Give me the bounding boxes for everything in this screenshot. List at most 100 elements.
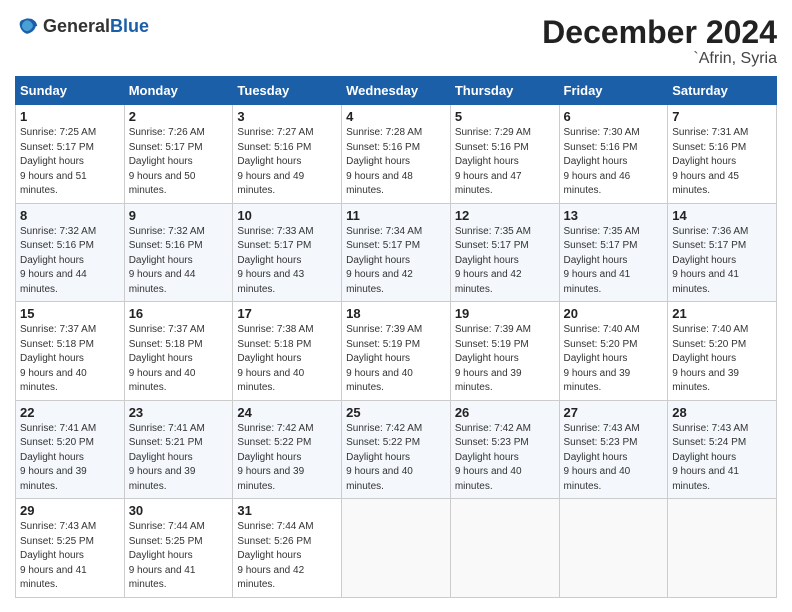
- day-cell-2: 2 Sunrise: 7:26 AMSunset: 5:17 PMDayligh…: [124, 105, 233, 204]
- day-cell-3: 3 Sunrise: 7:27 AMSunset: 5:16 PMDayligh…: [233, 105, 342, 204]
- day-number: 20: [564, 306, 664, 321]
- day-info: Sunrise: 7:43 AMSunset: 5:23 PMDaylight …: [564, 423, 640, 492]
- day-number: 9: [129, 208, 229, 223]
- day-number: 31: [237, 503, 337, 518]
- day-number: 7: [672, 109, 772, 124]
- day-number: 1: [20, 109, 120, 124]
- weekday-header-tuesday: Tuesday: [233, 77, 342, 105]
- calendar-week-2: 8 Sunrise: 7:32 AMSunset: 5:16 PMDayligh…: [16, 203, 777, 302]
- day-info: Sunrise: 7:30 AMSunset: 5:16 PMDaylight …: [564, 127, 640, 196]
- day-number: 27: [564, 405, 664, 420]
- day-cell-4: 4 Sunrise: 7:28 AMSunset: 5:16 PMDayligh…: [342, 105, 451, 204]
- calendar-header-row: SundayMondayTuesdayWednesdayThursdayFrid…: [16, 77, 777, 105]
- day-cell-19: 19 Sunrise: 7:39 AMSunset: 5:19 PMDaylig…: [450, 302, 559, 401]
- title-block: December 2024 `Afrin, Syria: [542, 15, 777, 68]
- day-cell-17: 17 Sunrise: 7:38 AMSunset: 5:18 PMDaylig…: [233, 302, 342, 401]
- location: `Afrin, Syria: [542, 50, 777, 68]
- day-cell-23: 23 Sunrise: 7:41 AMSunset: 5:21 PMDaylig…: [124, 400, 233, 499]
- day-number: 19: [455, 306, 555, 321]
- day-info: Sunrise: 7:42 AMSunset: 5:23 PMDaylight …: [455, 423, 531, 492]
- day-cell-8: 8 Sunrise: 7:32 AMSunset: 5:16 PMDayligh…: [16, 203, 125, 302]
- weekday-header-sunday: Sunday: [16, 77, 125, 105]
- day-number: 25: [346, 405, 446, 420]
- day-info: Sunrise: 7:36 AMSunset: 5:17 PMDaylight …: [672, 226, 748, 295]
- day-cell-28: 28 Sunrise: 7:43 AMSunset: 5:24 PMDaylig…: [668, 400, 777, 499]
- calendar-page: GeneralBlue December 2024 `Afrin, Syria …: [0, 0, 792, 612]
- day-number: 12: [455, 208, 555, 223]
- day-info: Sunrise: 7:35 AMSunset: 5:17 PMDaylight …: [455, 226, 531, 295]
- day-number: 26: [455, 405, 555, 420]
- day-cell-10: 10 Sunrise: 7:33 AMSunset: 5:17 PMDaylig…: [233, 203, 342, 302]
- day-info: Sunrise: 7:41 AMSunset: 5:20 PMDaylight …: [20, 423, 96, 492]
- day-cell-12: 12 Sunrise: 7:35 AMSunset: 5:17 PMDaylig…: [450, 203, 559, 302]
- empty-cell: [668, 499, 777, 598]
- day-cell-29: 29 Sunrise: 7:43 AMSunset: 5:25 PMDaylig…: [16, 499, 125, 598]
- weekday-header-thursday: Thursday: [450, 77, 559, 105]
- day-cell-18: 18 Sunrise: 7:39 AMSunset: 5:19 PMDaylig…: [342, 302, 451, 401]
- logo-text: GeneralBlue: [43, 17, 149, 37]
- empty-cell: [559, 499, 668, 598]
- day-info: Sunrise: 7:35 AMSunset: 5:17 PMDaylight …: [564, 226, 640, 295]
- day-number: 23: [129, 405, 229, 420]
- logo-icon: [15, 15, 39, 39]
- day-number: 6: [564, 109, 664, 124]
- calendar-week-3: 15 Sunrise: 7:37 AMSunset: 5:18 PMDaylig…: [16, 302, 777, 401]
- day-info: Sunrise: 7:25 AMSunset: 5:17 PMDaylight …: [20, 127, 96, 196]
- day-cell-16: 16 Sunrise: 7:37 AMSunset: 5:18 PMDaylig…: [124, 302, 233, 401]
- weekday-header-wednesday: Wednesday: [342, 77, 451, 105]
- day-info: Sunrise: 7:37 AMSunset: 5:18 PMDaylight …: [129, 324, 205, 393]
- day-number: 5: [455, 109, 555, 124]
- day-cell-5: 5 Sunrise: 7:29 AMSunset: 5:16 PMDayligh…: [450, 105, 559, 204]
- day-cell-14: 14 Sunrise: 7:36 AMSunset: 5:17 PMDaylig…: [668, 203, 777, 302]
- day-info: Sunrise: 7:43 AMSunset: 5:25 PMDaylight …: [20, 521, 96, 590]
- calendar-week-4: 22 Sunrise: 7:41 AMSunset: 5:20 PMDaylig…: [16, 400, 777, 499]
- header: GeneralBlue December 2024 `Afrin, Syria: [15, 15, 777, 68]
- logo: GeneralBlue: [15, 15, 149, 39]
- day-info: Sunrise: 7:33 AMSunset: 5:17 PMDaylight …: [237, 226, 313, 295]
- empty-cell: [342, 499, 451, 598]
- day-cell-6: 6 Sunrise: 7:30 AMSunset: 5:16 PMDayligh…: [559, 105, 668, 204]
- day-number: 18: [346, 306, 446, 321]
- day-number: 28: [672, 405, 772, 420]
- day-number: 15: [20, 306, 120, 321]
- day-cell-7: 7 Sunrise: 7:31 AMSunset: 5:16 PMDayligh…: [668, 105, 777, 204]
- day-info: Sunrise: 7:34 AMSunset: 5:17 PMDaylight …: [346, 226, 422, 295]
- day-number: 16: [129, 306, 229, 321]
- day-info: Sunrise: 7:44 AMSunset: 5:26 PMDaylight …: [237, 521, 313, 590]
- calendar-table: SundayMondayTuesdayWednesdayThursdayFrid…: [15, 76, 777, 598]
- weekday-header-friday: Friday: [559, 77, 668, 105]
- day-cell-26: 26 Sunrise: 7:42 AMSunset: 5:23 PMDaylig…: [450, 400, 559, 499]
- day-info: Sunrise: 7:26 AMSunset: 5:17 PMDaylight …: [129, 127, 205, 196]
- day-number: 29: [20, 503, 120, 518]
- day-info: Sunrise: 7:32 AMSunset: 5:16 PMDaylight …: [20, 226, 96, 295]
- day-number: 14: [672, 208, 772, 223]
- day-number: 22: [20, 405, 120, 420]
- day-number: 17: [237, 306, 337, 321]
- day-number: 8: [20, 208, 120, 223]
- day-info: Sunrise: 7:31 AMSunset: 5:16 PMDaylight …: [672, 127, 748, 196]
- day-info: Sunrise: 7:32 AMSunset: 5:16 PMDaylight …: [129, 226, 205, 295]
- day-info: Sunrise: 7:37 AMSunset: 5:18 PMDaylight …: [20, 324, 96, 393]
- day-info: Sunrise: 7:39 AMSunset: 5:19 PMDaylight …: [346, 324, 422, 393]
- empty-cell: [450, 499, 559, 598]
- day-info: Sunrise: 7:42 AMSunset: 5:22 PMDaylight …: [237, 423, 313, 492]
- day-cell-30: 30 Sunrise: 7:44 AMSunset: 5:25 PMDaylig…: [124, 499, 233, 598]
- day-info: Sunrise: 7:38 AMSunset: 5:18 PMDaylight …: [237, 324, 313, 393]
- day-cell-1: 1 Sunrise: 7:25 AMSunset: 5:17 PMDayligh…: [16, 105, 125, 204]
- day-cell-13: 13 Sunrise: 7:35 AMSunset: 5:17 PMDaylig…: [559, 203, 668, 302]
- day-info: Sunrise: 7:44 AMSunset: 5:25 PMDaylight …: [129, 521, 205, 590]
- day-cell-15: 15 Sunrise: 7:37 AMSunset: 5:18 PMDaylig…: [16, 302, 125, 401]
- day-cell-20: 20 Sunrise: 7:40 AMSunset: 5:20 PMDaylig…: [559, 302, 668, 401]
- weekday-header-monday: Monday: [124, 77, 233, 105]
- day-cell-21: 21 Sunrise: 7:40 AMSunset: 5:20 PMDaylig…: [668, 302, 777, 401]
- day-info: Sunrise: 7:40 AMSunset: 5:20 PMDaylight …: [672, 324, 748, 393]
- day-cell-11: 11 Sunrise: 7:34 AMSunset: 5:17 PMDaylig…: [342, 203, 451, 302]
- day-cell-22: 22 Sunrise: 7:41 AMSunset: 5:20 PMDaylig…: [16, 400, 125, 499]
- day-cell-31: 31 Sunrise: 7:44 AMSunset: 5:26 PMDaylig…: [233, 499, 342, 598]
- day-number: 11: [346, 208, 446, 223]
- day-number: 24: [237, 405, 337, 420]
- calendar-week-1: 1 Sunrise: 7:25 AMSunset: 5:17 PMDayligh…: [16, 105, 777, 204]
- day-info: Sunrise: 7:29 AMSunset: 5:16 PMDaylight …: [455, 127, 531, 196]
- day-cell-25: 25 Sunrise: 7:42 AMSunset: 5:22 PMDaylig…: [342, 400, 451, 499]
- day-number: 2: [129, 109, 229, 124]
